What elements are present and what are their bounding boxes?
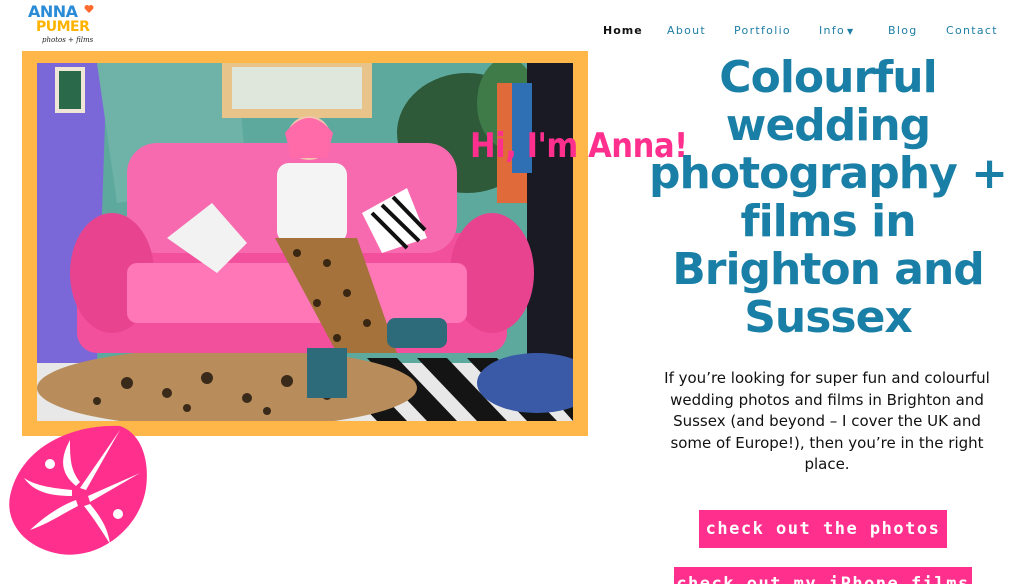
hero-headline: Colourful wedding photography + films in…	[640, 54, 1016, 342]
heart-icon	[84, 5, 94, 13]
nav-portfolio[interactable]: Portfolio	[734, 24, 791, 37]
monstera-leaf-icon	[9, 425, 147, 555]
nav-blog[interactable]: Blog	[888, 24, 918, 37]
hero-photo	[37, 63, 573, 421]
check-out-photos-button[interactable]: check out the photos	[699, 510, 947, 548]
logo-pumer: PUMER	[36, 19, 90, 35]
headline-line: Colourful	[719, 52, 937, 103]
logo-tagline: photos + films	[42, 36, 94, 44]
page: ANNA PUMER photos + films Home About Por…	[0, 0, 1024, 584]
nav-info-label: Info	[819, 24, 846, 37]
photo-illustration	[37, 63, 573, 421]
logo-anna: ANNA	[28, 2, 78, 21]
chevron-down-icon: ▼	[847, 27, 855, 36]
headline-line: Brighton and	[672, 244, 985, 295]
site-logo[interactable]: ANNA PUMER photos + films	[28, 4, 98, 48]
headline-line: wedding	[725, 100, 931, 151]
nav-home[interactable]: Home	[603, 24, 643, 37]
nav-info[interactable]: Info ▼	[819, 24, 854, 37]
main-nav: Home About Portfolio Info ▼ Blog Contact	[596, 24, 1006, 38]
hero-intro: If you’re looking for super fun and colo…	[664, 369, 990, 473]
hero-photo-frame	[22, 51, 588, 436]
headline-line: photography +	[649, 148, 1008, 199]
check-out-films-button[interactable]: check out my iPhone films	[674, 567, 972, 584]
headline-line: films in	[740, 196, 916, 247]
nav-contact[interactable]: Contact	[946, 24, 998, 37]
nav-about[interactable]: About	[667, 24, 706, 37]
headline-line: Sussex	[744, 292, 913, 343]
